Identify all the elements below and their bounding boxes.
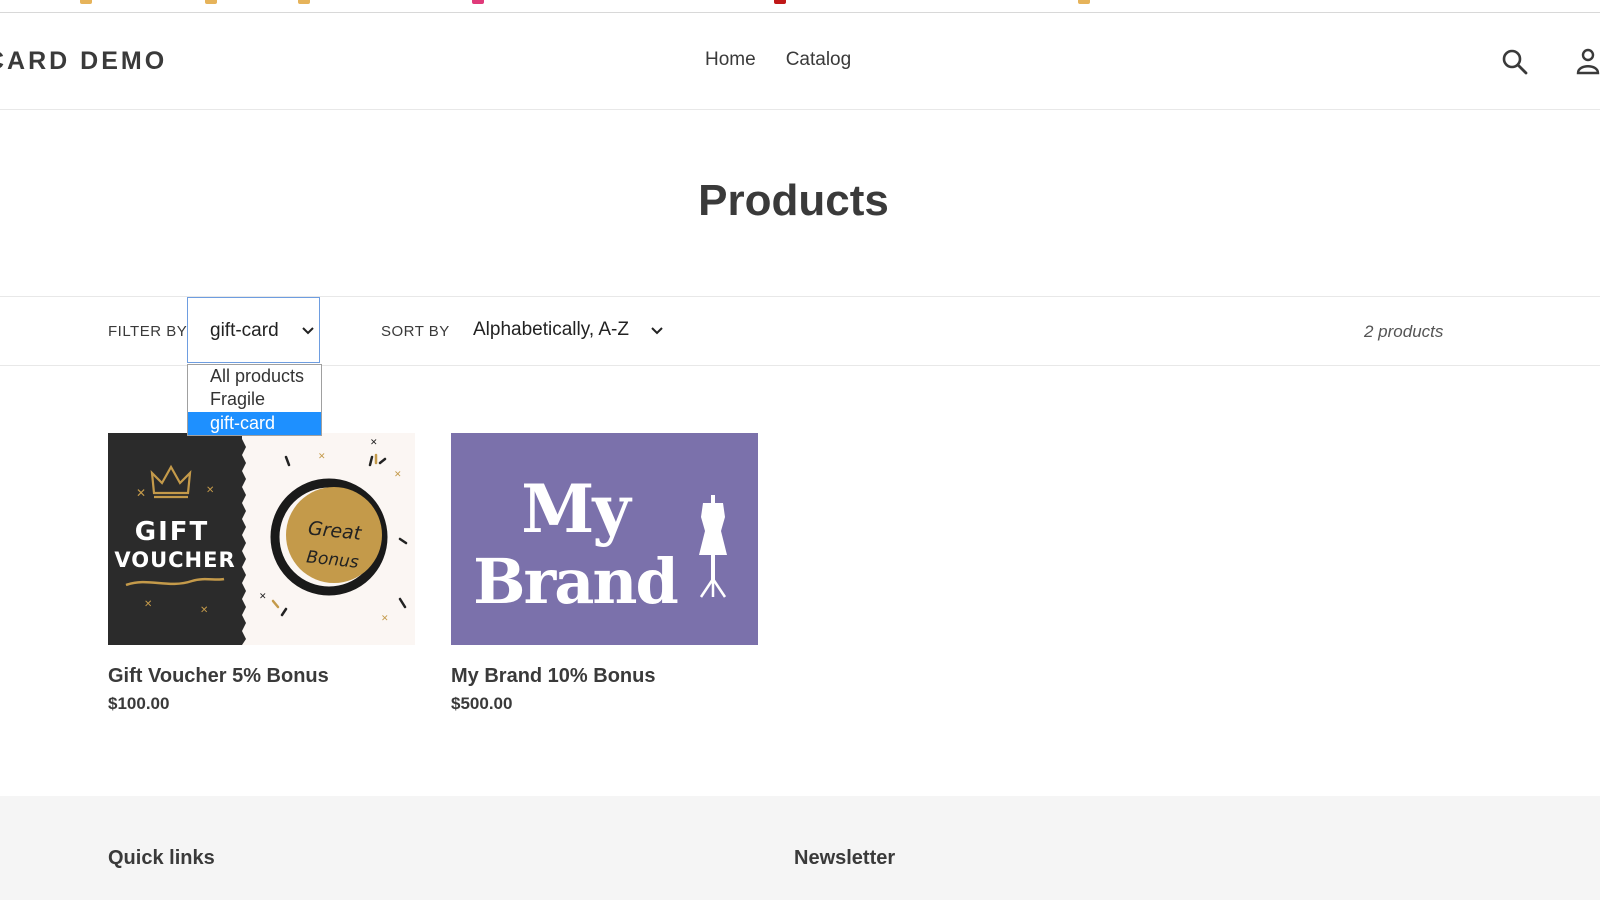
svg-text:✕: ✕ xyxy=(381,613,389,623)
account-icon xyxy=(1576,48,1600,75)
filter-dropdown-list: All products Fragile gift-card xyxy=(187,364,322,436)
search-icon xyxy=(1502,49,1528,75)
product-card[interactable]: GIFT Great VOUCHER ✕ ✕ ✕ ✕ Great Bonus ✕… xyxy=(108,433,415,714)
svg-text:✕: ✕ xyxy=(200,605,208,616)
filter-bar: FILTER BY gift-card SORT BY Alphabetical… xyxy=(0,296,1600,366)
product-price: $100.00 xyxy=(108,694,170,713)
product-count: 2 products xyxy=(1364,322,1444,341)
bookmarks-strip xyxy=(0,0,1600,13)
brand-text-my: My xyxy=(521,470,632,548)
product-image-my-brand[interactable]: My Brand xyxy=(451,433,758,645)
voucher-text-voucher: VOUCHER xyxy=(114,548,235,572)
product-title[interactable]: My Brand 10% Bonus xyxy=(451,665,758,688)
site-header: CARD DEMO Home Catalog xyxy=(0,13,1600,110)
sort-selected-value: Alphabetically, A-Z xyxy=(473,319,629,340)
product-card[interactable]: My Brand My Brand 10% Bonus $500.00 xyxy=(451,433,758,714)
site-footer: Quick links Newsletter xyxy=(0,796,1600,900)
filter-select[interactable]: gift-card xyxy=(187,297,320,363)
chevron-down-icon xyxy=(302,327,314,335)
voucher-text-1: GIFT xyxy=(135,517,210,547)
product-image-gift-voucher[interactable]: GIFT Great VOUCHER ✕ ✕ ✕ ✕ Great Bonus ✕… xyxy=(108,433,415,645)
svg-text:✕: ✕ xyxy=(370,437,378,447)
nav-home-link[interactable]: Home xyxy=(705,49,756,71)
site-logo[interactable]: CARD DEMO xyxy=(0,47,167,76)
sort-select[interactable]: Alphabetically, A-Z xyxy=(473,317,673,347)
svg-text:✕: ✕ xyxy=(206,485,214,496)
brand-text-brand: Brand xyxy=(473,545,677,618)
main-nav: Home Catalog xyxy=(705,49,851,71)
svg-text:✕: ✕ xyxy=(144,599,152,610)
svg-text:✕: ✕ xyxy=(136,486,146,500)
filter-by-label: FILTER BY xyxy=(108,323,188,340)
svg-text:✕: ✕ xyxy=(394,469,402,479)
filter-option-all-products[interactable]: All products xyxy=(188,365,321,388)
chevron-down-icon xyxy=(651,327,663,335)
filter-option-fragile[interactable]: Fragile xyxy=(188,388,321,411)
account-button[interactable] xyxy=(1576,47,1600,77)
search-button[interactable] xyxy=(1500,47,1530,77)
filter-option-gift-card[interactable]: gift-card xyxy=(188,411,321,435)
svg-text:✕: ✕ xyxy=(259,591,267,601)
sort-by-label: SORT BY xyxy=(381,323,450,340)
svg-text:✕: ✕ xyxy=(318,451,326,461)
quick-links-heading: Quick links xyxy=(108,847,215,869)
newsletter-heading: Newsletter xyxy=(794,847,896,869)
product-title[interactable]: Gift Voucher 5% Bonus xyxy=(108,665,415,688)
page-title: Products xyxy=(698,176,889,225)
product-price: $500.00 xyxy=(451,694,513,713)
nav-catalog-link[interactable]: Catalog xyxy=(786,49,852,71)
filter-selected-value: gift-card xyxy=(210,320,279,341)
